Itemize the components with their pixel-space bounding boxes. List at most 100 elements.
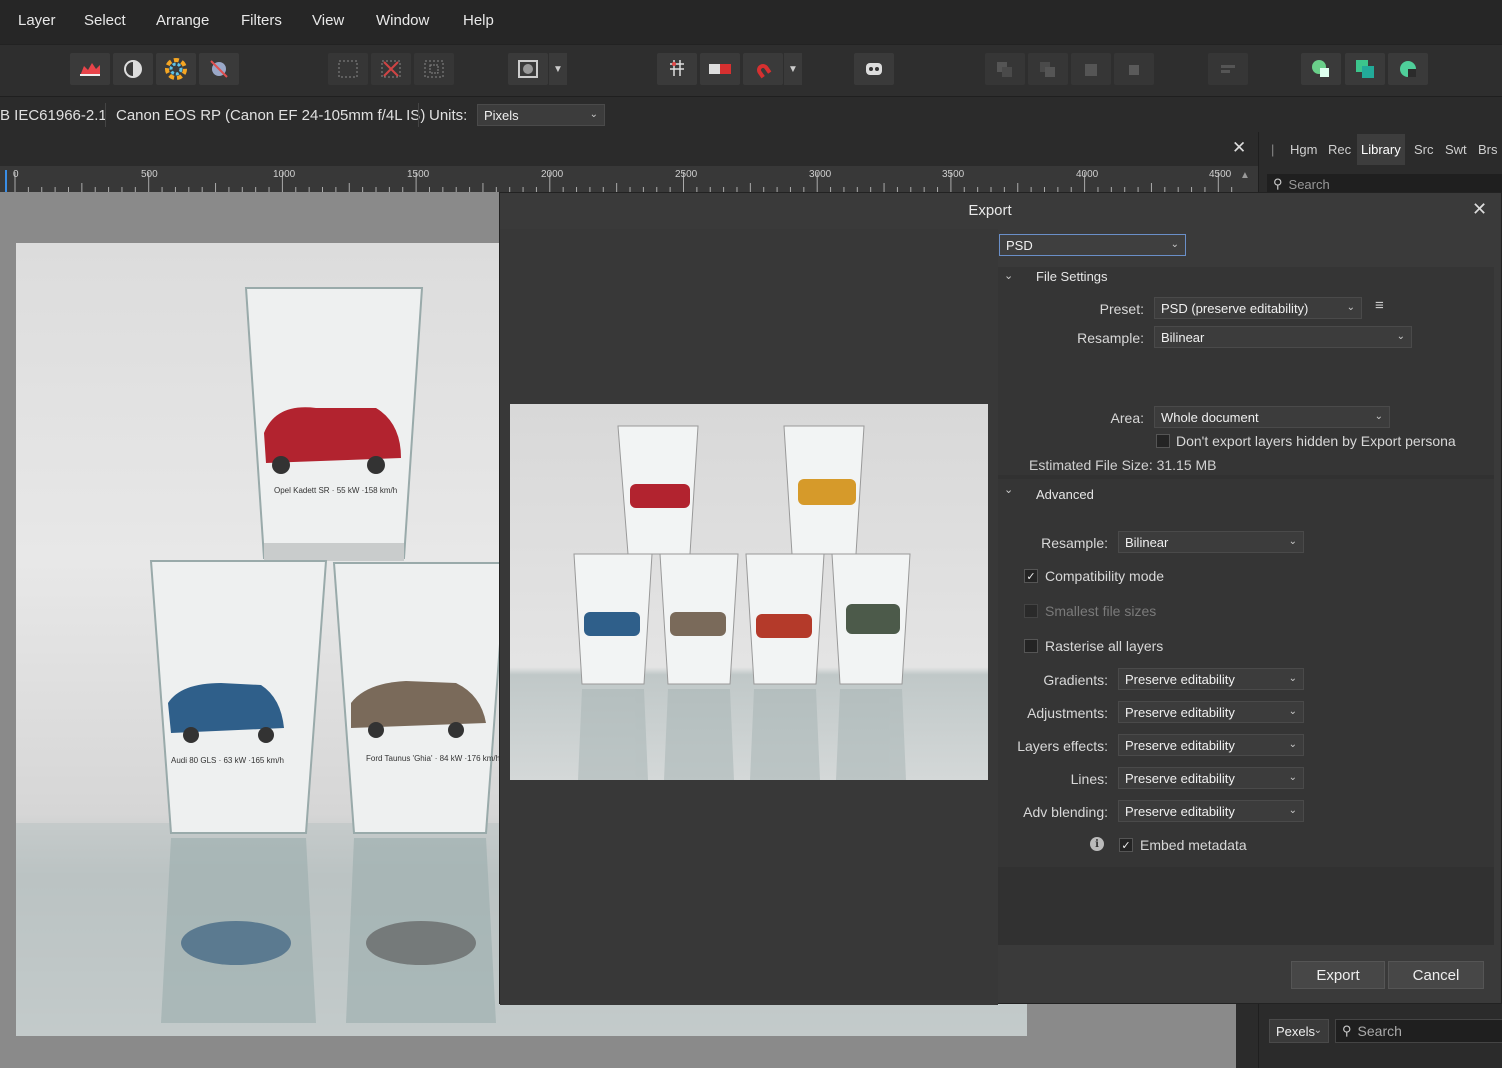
units-label: Units: xyxy=(429,107,468,124)
adjustments-select[interactable]: Preserve editability ⌄ xyxy=(1118,701,1304,723)
horizontal-ruler[interactable]: 0 500 1000 1500 2000 2500 3000 3500 4000… xyxy=(0,166,1258,193)
chevron-down-icon: ⌄ xyxy=(1396,330,1405,342)
export-button[interactable]: Export xyxy=(1291,961,1385,989)
tab-recorder[interactable]: Rec xyxy=(1328,142,1351,157)
adv-blending-label: Adv blending: xyxy=(1023,804,1108,820)
menu-select[interactable]: Select xyxy=(84,12,126,29)
cancel-button[interactable]: Cancel xyxy=(1388,961,1484,989)
menu-layer[interactable]: Layer xyxy=(18,12,56,29)
area-select[interactable]: Whole document ⌄ xyxy=(1154,406,1390,428)
smallest-file-label: Smallest file sizes xyxy=(1045,603,1157,619)
snapping-dropdown[interactable]: ▼ xyxy=(784,53,802,85)
chevron-down-icon: ⌄ xyxy=(1288,535,1297,547)
select-all-button[interactable] xyxy=(328,53,368,85)
file-settings-header[interactable]: File Settings xyxy=(1036,269,1108,284)
ruler-cursor-marker xyxy=(5,170,7,192)
info-icon[interactable]: i xyxy=(1090,837,1104,851)
adjustments-value: Preserve editability xyxy=(1125,704,1235,720)
intersect-button[interactable] xyxy=(1388,53,1428,85)
chevron-down-icon: ⌄ xyxy=(1346,301,1355,313)
mask-toggle-button[interactable] xyxy=(700,53,740,85)
lines-select[interactable]: Preserve editability ⌄ xyxy=(1118,767,1304,789)
assistant-button[interactable] xyxy=(854,53,894,85)
rasterise-label: Rasterise all layers xyxy=(1045,638,1164,654)
units-bottom-select[interactable]: Pexels ⌄ xyxy=(1269,1019,1329,1043)
compatibility-checkbox[interactable]: ✓ xyxy=(1024,569,1038,583)
ruler-label: 3000 xyxy=(809,169,832,180)
add-button[interactable] xyxy=(1301,53,1341,85)
invert-selection-button[interactable] xyxy=(414,53,454,85)
rasterise-checkbox[interactable] xyxy=(1024,639,1038,653)
tab-histogram[interactable]: Hgm xyxy=(1290,142,1317,157)
magnet-icon xyxy=(757,64,772,79)
arrange-back-button[interactable] xyxy=(985,53,1025,85)
hidden-layers-checkbox[interactable] xyxy=(1156,434,1170,448)
checkmark-icon: ✓ xyxy=(1026,570,1036,583)
export-preview-image xyxy=(510,404,988,780)
quick-mask-button[interactable] xyxy=(508,53,548,85)
chevron-down-icon: ⌄ xyxy=(1288,738,1297,750)
gradients-select[interactable]: Preserve editability ⌄ xyxy=(1118,668,1304,690)
left-glass-caption: Audi 80 GLS · 63 kW ·165 km/h xyxy=(171,756,284,765)
camera-label: Canon EOS RP (Canon EF 24-105mm f/4L IS) xyxy=(116,107,426,124)
tone-button[interactable] xyxy=(199,53,239,85)
divider xyxy=(418,103,419,127)
subtract-button[interactable] xyxy=(1345,53,1385,85)
adv-blending-select[interactable]: Preserve editability ⌄ xyxy=(1118,800,1304,822)
tab-library[interactable]: Library xyxy=(1357,134,1405,165)
menu-bar: Layer Select Arrange Filters View Window… xyxy=(0,0,1502,44)
menu-filters[interactable]: Filters xyxy=(241,12,282,29)
histogram-button[interactable] xyxy=(70,53,110,85)
library-search-input[interactable]: ⚲ Search xyxy=(1267,174,1502,194)
chevron-down-icon[interactable]: ⌄ xyxy=(1004,483,1013,496)
menu-arrange[interactable]: Arrange xyxy=(156,12,209,29)
menu-help[interactable]: Help xyxy=(463,12,494,29)
arrange-backward-button[interactable] xyxy=(1028,53,1068,85)
color-wheel-button[interactable] xyxy=(156,53,196,85)
ruler-label: 4000 xyxy=(1076,169,1099,180)
preset-select[interactable]: PSD (preserve editability) ⌄ xyxy=(1154,297,1362,319)
resample-select[interactable]: Bilinear ⌄ xyxy=(1154,326,1412,348)
quick-mask-dropdown[interactable]: ▼ xyxy=(549,53,567,85)
hidden-layers-label: Don't export layers hidden by Export per… xyxy=(1176,433,1456,449)
ruler-label: 2000 xyxy=(541,169,564,180)
advanced-header[interactable]: Advanced xyxy=(1036,487,1094,502)
tab-brushes[interactable]: Brs xyxy=(1478,142,1498,157)
deselect-button[interactable] xyxy=(371,53,411,85)
invert-selection-icon xyxy=(424,60,444,78)
arrange-back-icon xyxy=(997,62,1012,77)
align-button[interactable] xyxy=(1208,53,1248,85)
smallest-file-checkbox[interactable] xyxy=(1024,604,1038,618)
preset-menu-icon[interactable]: ≡ xyxy=(1375,297,1384,314)
menu-window[interactable]: Window xyxy=(376,12,429,29)
preview-glasses xyxy=(573,425,911,780)
units-value: Pixels xyxy=(484,107,519,123)
arrange-front-button[interactable] xyxy=(1114,53,1154,85)
close-dialog-icon[interactable]: ✕ xyxy=(1472,199,1487,220)
units-select[interactable]: Pixels ⌄ xyxy=(477,104,605,126)
compatibility-label: Compatibility mode xyxy=(1045,568,1165,584)
arrange-forward-button[interactable] xyxy=(1071,53,1111,85)
layers-effects-label: Layers effects: xyxy=(1017,738,1108,754)
embed-metadata-checkbox[interactable]: ✓ xyxy=(1119,838,1133,852)
robot-icon xyxy=(866,63,882,75)
format-value: PSD xyxy=(1006,237,1033,253)
snapping-button[interactable] xyxy=(743,53,783,85)
chevron-down-icon: ⌄ xyxy=(1170,238,1179,250)
menu-view[interactable]: View xyxy=(312,12,344,29)
white-balance-button[interactable] xyxy=(113,53,153,85)
close-document-icon[interactable]: ✕ xyxy=(1232,138,1246,158)
transform-button[interactable] xyxy=(657,53,697,85)
format-select[interactable]: PSD ⌄ xyxy=(999,234,1186,256)
ruler-label: 4500 xyxy=(1209,169,1232,180)
bottom-search-input[interactable]: ⚲ Search xyxy=(1335,1019,1502,1043)
chevron-down-icon[interactable]: ⌄ xyxy=(1004,269,1013,282)
preset-label: Preset: xyxy=(1099,301,1144,317)
ruler-label: 0 xyxy=(13,169,19,180)
tab-sources[interactable]: Src xyxy=(1414,142,1434,157)
mask-icon xyxy=(709,64,731,74)
scroll-up-icon[interactable]: ▲ xyxy=(1240,170,1250,181)
tab-swatches[interactable]: Swt xyxy=(1445,142,1467,157)
layers-effects-select[interactable]: Preserve editability ⌄ xyxy=(1118,734,1304,756)
advanced-resample-select[interactable]: Bilinear ⌄ xyxy=(1118,531,1304,553)
